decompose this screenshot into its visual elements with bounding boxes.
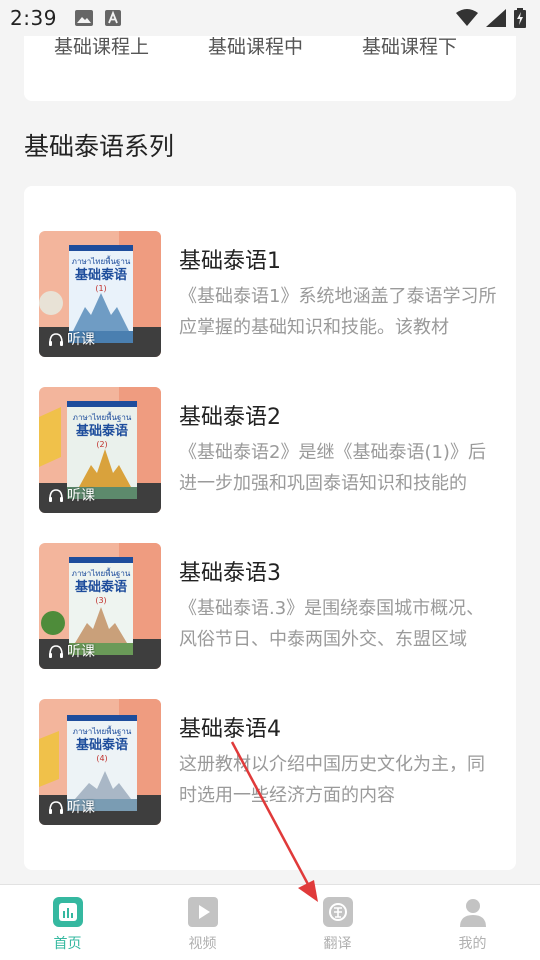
listen-tag: 听课 <box>49 485 95 505</box>
book-description: 《基础泰语2》是继《基础泰语(1)》后进一步加强和巩固泰语知识和技能的 <box>179 442 486 494</box>
book-description: 《基础泰语.3》是围绕泰国城市概况、风俗节日、中泰两国外交、东盟区域 <box>179 598 485 650</box>
book-cover[interactable]: ภาษาไทยพื้นฐาน 基础泰语 (2) 听课 <box>39 387 161 513</box>
listen-tag: 听课 <box>49 329 95 349</box>
wifi-icon <box>456 9 478 26</box>
course-tab-basic-lower[interactable]: 基础课程下 <box>362 32 457 59</box>
svg-text:基础泰语: 基础泰语 <box>74 267 127 283</box>
book-item-2[interactable]: ภาษาไทยพื้นฐาน 基础泰语 (2) 听课 基础泰语2 《基础泰语2》… <box>24 387 516 517</box>
course-tab-basic-upper[interactable]: 基础课程上 <box>54 32 149 59</box>
book-cover[interactable]: ภาษาไทยพื้นฐาน 基础泰语 (1) 听课 <box>39 231 161 357</box>
nav-tab-video[interactable]: 视频 <box>135 885 270 960</box>
book-description: 这册教材以介绍中国历史文化为主，同时选用一些经济方面的内容 <box>179 754 485 806</box>
course-tabs-card: 基础课程上 基础课程中 基础课程下 <box>24 28 516 101</box>
book-title[interactable]: 基础泰语2 <box>179 399 281 431</box>
status-time: 2:39 <box>10 6 57 30</box>
svg-text:(4): (4) <box>96 754 107 763</box>
book-cover[interactable]: ภาษาไทยพื้นฐาน 基础泰语 (4) 听课 <box>39 699 161 825</box>
nav-tab-profile[interactable]: 我的 <box>405 885 540 960</box>
nav-tab-home[interactable]: 首页 <box>0 885 135 960</box>
book-cover[interactable]: ภาษาไทยพื้นฐาน 基础泰语 (3) 听课 <box>39 543 161 669</box>
book-title[interactable]: 基础泰语4 <box>179 711 281 743</box>
headphones-icon <box>49 488 63 502</box>
svg-text:(3): (3) <box>95 596 106 605</box>
headphones-icon <box>49 800 63 814</box>
battery-charging-icon <box>514 8 526 28</box>
profile-icon <box>459 899 486 927</box>
headphones-icon <box>49 332 63 346</box>
svg-text:ภาษาไทยพื้นฐาน: ภาษาไทยพื้นฐาน <box>73 725 132 736</box>
nav-label-home: 首页 <box>53 936 82 952</box>
headphones-icon <box>49 644 63 658</box>
listen-tag: 听课 <box>49 797 95 817</box>
nav-label-translate: 翻译 <box>323 936 352 952</box>
nav-tab-translate[interactable]: 翻译 <box>270 885 405 960</box>
svg-text:基础泰语: 基础泰语 <box>75 737 128 753</box>
nav-label-video: 视频 <box>188 936 217 952</box>
image-icon <box>74 10 93 26</box>
bottom-navigation: 首页 视频 翻译 我的 <box>0 884 540 960</box>
listen-tag: 听课 <box>49 641 95 661</box>
status-bar: 2:39 <box>0 0 540 36</box>
book-list-card: ภาษาไทยพื้นฐาน 基础泰语 (1) 听课 基础泰语1 《基础泰语1》… <box>24 186 516 870</box>
nav-label-profile: 我的 <box>458 936 487 952</box>
svg-text:ภาษาไทยพื้นฐาน: ภาษาไทยพื้นฐาน <box>73 411 132 422</box>
home-chart-icon <box>52 897 83 927</box>
svg-text:(1): (1) <box>95 284 106 293</box>
book-title[interactable]: 基础泰语3 <box>179 555 281 587</box>
cellular-signal-icon <box>486 9 506 27</box>
section-title: 基础泰语系列 <box>24 132 175 161</box>
svg-text:(2): (2) <box>96 440 107 449</box>
book-title[interactable]: 基础泰语1 <box>179 243 281 275</box>
svg-text:ภาษาไทยพื้นฐาน: ภาษาไทยพื้นฐาน <box>72 255 131 266</box>
svg-text:基础泰语: 基础泰语 <box>75 423 128 439</box>
book-description: 《基础泰语1》系统地涵盖了泰语学习所应掌握的基础知识和技能。该教材 <box>179 286 497 338</box>
book-item-4[interactable]: ภาษาไทยพื้นฐาน 基础泰语 (4) 听课 基础泰语4 这册教材以介绍… <box>24 699 516 829</box>
book-item-1[interactable]: ภาษาไทยพื้นฐาน 基础泰语 (1) 听课 基础泰语1 《基础泰语1》… <box>24 231 516 361</box>
course-tab-basic-middle[interactable]: 基础课程中 <box>208 32 303 59</box>
video-play-icon <box>187 897 218 927</box>
svg-text:ภาษาไทยพื้นฐาน: ภาษาไทยพื้นฐาน <box>72 567 131 578</box>
text-notification-icon <box>104 10 121 26</box>
translate-icon <box>322 897 353 927</box>
svg-text:基础泰语: 基础泰语 <box>74 579 127 595</box>
book-item-3[interactable]: ภาษาไทยพื้นฐาน 基础泰语 (3) 听课 基础泰语3 《基础泰语.3… <box>24 543 516 673</box>
